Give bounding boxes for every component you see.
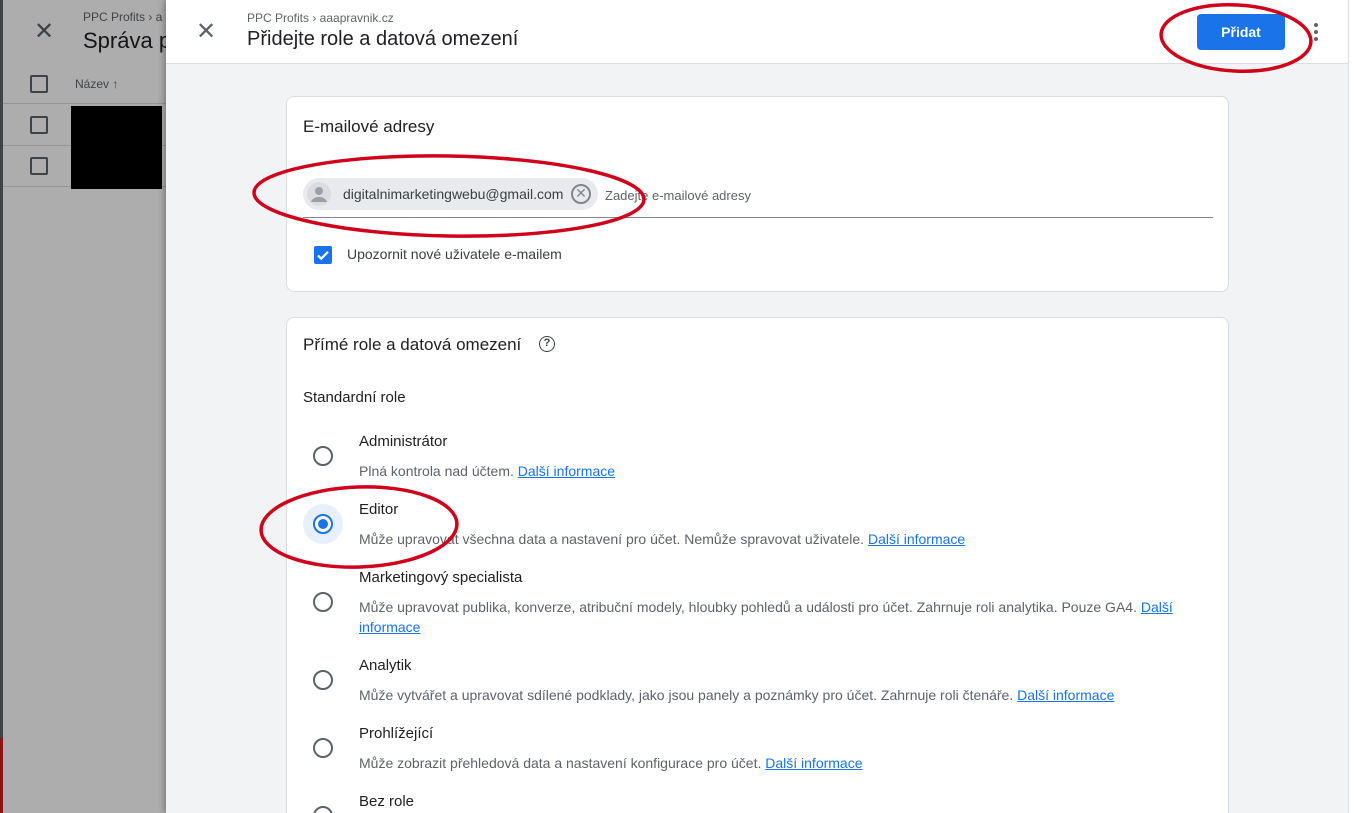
role-description: Může upravovat publika, konverze, atribu… bbox=[359, 599, 1173, 635]
email-card-title: E-mailové adresy bbox=[303, 117, 435, 136]
email-card: E-mailové adresy digitalnimarketingwebu@… bbox=[286, 96, 1229, 292]
help-icon[interactable]: ? bbox=[539, 336, 555, 352]
standard-roles-label: Standardní role bbox=[303, 389, 406, 406]
role-description: Může vytvářet a upravovat sdílené podkla… bbox=[359, 687, 1115, 703]
role-name: Administrátor bbox=[359, 433, 448, 450]
remove-chip-icon[interactable]: ✕ bbox=[571, 184, 591, 204]
radio-no-role[interactable] bbox=[313, 806, 333, 813]
role-description: Může zobrazit přehledová data a nastaven… bbox=[359, 755, 863, 771]
learn-more-link[interactable]: Další informace bbox=[868, 531, 965, 547]
radio-editor[interactable] bbox=[313, 514, 333, 534]
email-field[interactable]: digitalnimarketingwebu@gmail.com ✕ bbox=[303, 175, 1213, 218]
drawer-header: ✕ PPC Profits › aaapravnik.cz Přidejte r… bbox=[166, 0, 1348, 64]
check-icon bbox=[317, 251, 329, 261]
more-vert-icon[interactable] bbox=[1306, 20, 1326, 44]
role-name: Marketingový specialista bbox=[359, 569, 523, 586]
close-icon[interactable]: ✕ bbox=[194, 20, 218, 44]
learn-more-link[interactable]: Další informace bbox=[518, 463, 615, 479]
add-button[interactable]: Přidat bbox=[1197, 14, 1285, 50]
role-name: Analytik bbox=[359, 657, 412, 674]
role-description: Plná kontrola nad účtem. Další informace bbox=[359, 463, 616, 479]
radio-marketer[interactable] bbox=[313, 592, 333, 612]
role-name: Prohlížející bbox=[359, 725, 434, 742]
drawer-title: Přidejte role a datová omezení bbox=[247, 28, 519, 50]
roles-card: Přímé role a datová omezení ? Standardní… bbox=[286, 317, 1229, 813]
scrollbar[interactable] bbox=[1348, 0, 1357, 813]
avatar-icon bbox=[307, 182, 331, 206]
radio-administrator[interactable] bbox=[313, 446, 333, 466]
role-description: Může upravovat všechna data a nastavení … bbox=[359, 531, 966, 547]
roles-card-title: Přímé role a datová omezení bbox=[303, 335, 522, 354]
add-roles-drawer: ✕ PPC Profits › aaapravnik.cz Přidejte r… bbox=[166, 0, 1357, 813]
notify-checkbox[interactable] bbox=[314, 246, 332, 264]
radio-analyst[interactable] bbox=[313, 670, 333, 690]
breadcrumb: PPC Profits › aaapravnik.cz bbox=[247, 11, 394, 25]
email-input[interactable] bbox=[605, 185, 1195, 205]
learn-more-link[interactable]: Další informace bbox=[1017, 687, 1114, 703]
chip-email-text: digitalnimarketingwebu@gmail.com bbox=[343, 186, 564, 202]
email-chip[interactable]: digitalnimarketingwebu@gmail.com ✕ bbox=[303, 178, 598, 210]
radio-viewer[interactable] bbox=[313, 738, 333, 758]
role-name: Editor bbox=[359, 501, 399, 518]
notify-label: Upozornit nové uživatele e-mailem bbox=[347, 246, 562, 262]
role-name: Bez role bbox=[359, 793, 415, 810]
learn-more-link[interactable]: Další informace bbox=[765, 755, 862, 771]
